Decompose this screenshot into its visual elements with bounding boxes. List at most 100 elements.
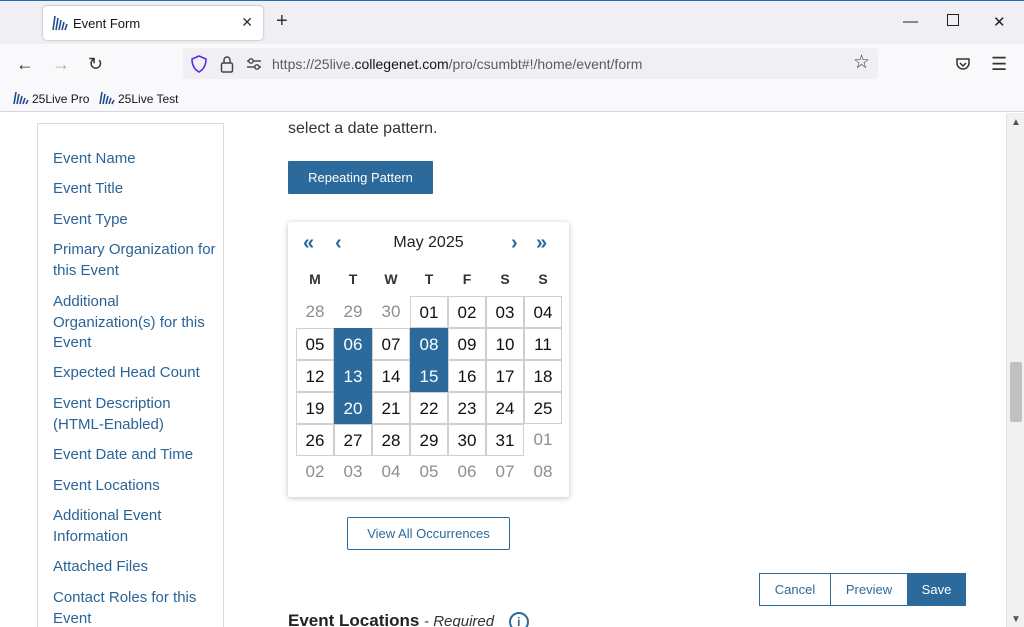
calendar-day[interactable]: 02 — [448, 296, 486, 328]
weekday-header: T — [424, 271, 434, 287]
calendar-day[interactable]: 22 — [410, 392, 448, 424]
forward-icon[interactable]: → — [52, 54, 70, 74]
nav-link-event-description[interactable]: Event Description (HTML-Enabled) — [53, 394, 218, 435]
calendar-day-outside-month[interactable]: 01 — [524, 424, 562, 456]
scroll-up-icon[interactable]: ▲ — [1011, 117, 1021, 128]
nav-link-event-date-time[interactable]: Event Date and Time — [53, 445, 218, 466]
repeating-pattern-button[interactable]: Repeating Pattern — [288, 161, 433, 194]
calendar-day[interactable]: 21 — [372, 392, 410, 424]
calendar-day[interactable]: 07 — [372, 328, 410, 360]
calendar-day[interactable]: 03 — [486, 296, 524, 328]
calendar-day-outside-month[interactable]: 28 — [296, 296, 334, 328]
calendar-day[interactable]: 16 — [448, 360, 486, 392]
nav-link-event-locations[interactable]: Event Locations — [53, 476, 218, 497]
25live-logo-icon — [13, 91, 29, 105]
bookmarks-bar: 25Live Pro 25Live Test — [0, 86, 1024, 112]
calendar-day[interactable]: 06 — [334, 328, 372, 360]
scroll-down-icon[interactable]: ▼ — [1011, 614, 1021, 625]
calendar-day-outside-month[interactable]: 29 — [334, 296, 372, 328]
menu-icon[interactable]: ☰ — [991, 54, 1007, 74]
calendar-month-label: May 2025 — [393, 234, 464, 251]
next-month-icon[interactable]: › — [511, 232, 518, 254]
lock-icon[interactable] — [220, 55, 234, 73]
calendar-day[interactable]: 26 — [296, 424, 334, 456]
calendar-day[interactable]: 13 — [334, 360, 372, 392]
bookmark-25live-test[interactable]: 25Live Test — [99, 91, 179, 106]
close-window-icon[interactable]: ✕ — [993, 13, 1006, 31]
back-icon[interactable]: ← — [16, 54, 34, 74]
weekday-header: W — [384, 271, 398, 287]
calendar-day[interactable]: 12 — [296, 360, 334, 392]
minimize-icon[interactable]: — — [903, 13, 918, 30]
scrollbar-thumb[interactable] — [1010, 362, 1022, 422]
calendar-day-outside-month[interactable]: 02 — [296, 456, 334, 488]
nav-link-primary-organization[interactable]: Primary Organization for this Event — [53, 240, 218, 281]
calendar-day-outside-month[interactable]: 06 — [448, 456, 486, 488]
navigation-bar: ← → ↻ https://25live.collegenet.com/pro/… — [0, 44, 1024, 86]
weekday-header: T — [348, 271, 358, 287]
nav-link-additional-event-info[interactable]: Additional Event Information — [53, 506, 218, 547]
calendar-day[interactable]: 19 — [296, 392, 334, 424]
calendar-day[interactable]: 31 — [486, 424, 524, 456]
nav-link-attached-files[interactable]: Attached Files — [53, 557, 218, 578]
nav-link-additional-organizations[interactable]: Additional Organization(s) for this Even… — [53, 292, 218, 354]
calendar-day[interactable]: 18 — [524, 360, 562, 392]
nav-link-event-name[interactable]: Event Name — [53, 149, 218, 170]
nav-link-contact-roles[interactable]: Contact Roles for this Event — [53, 588, 218, 627]
calendar-day[interactable]: 10 — [486, 328, 524, 360]
calendar-day[interactable]: 11 — [524, 328, 562, 360]
address-bar[interactable]: https://25live.collegenet.com/pro/csumbt… — [183, 48, 878, 79]
nav-link-event-type[interactable]: Event Type — [53, 210, 218, 231]
required-label: - Required — [424, 613, 495, 627]
instruction-text: select a date pattern. — [288, 120, 438, 137]
reload-icon[interactable]: ↻ — [88, 54, 103, 74]
nav-link-event-title[interactable]: Event Title — [53, 179, 218, 200]
25live-favicon-icon — [52, 15, 68, 31]
view-all-occurrences-button[interactable]: View All Occurrences — [347, 517, 510, 550]
browser-tab[interactable]: Event Form ✕ — [43, 6, 263, 40]
calendar-day-outside-month[interactable]: 08 — [524, 456, 562, 488]
next-year-icon[interactable]: » — [536, 232, 547, 254]
maximize-icon[interactable] — [947, 14, 959, 26]
calendar-day[interactable]: 08 — [410, 328, 448, 360]
calendar-day-outside-month[interactable]: 04 — [372, 456, 410, 488]
calendar-day[interactable]: 24 — [486, 392, 524, 424]
info-icon[interactable]: i — [508, 612, 529, 627]
calendar-day[interactable]: 25 — [524, 392, 562, 424]
calendar-day[interactable]: 15 — [410, 360, 448, 392]
calendar-day[interactable]: 28 — [372, 424, 410, 456]
pocket-icon[interactable] — [955, 56, 971, 72]
calendar-day[interactable]: 04 — [524, 296, 562, 328]
tab-bar: Event Form ✕ + — ✕ — [0, 0, 1024, 44]
save-button[interactable]: Save — [907, 573, 966, 606]
calendar-day[interactable]: 17 — [486, 360, 524, 392]
calendar-day[interactable]: 09 — [448, 328, 486, 360]
tab-title: Event Form — [73, 16, 141, 31]
calendar-day-outside-month[interactable]: 07 — [486, 456, 524, 488]
permissions-icon[interactable] — [246, 57, 262, 71]
close-tab-icon[interactable]: ✕ — [241, 14, 253, 31]
bookmark-25live-pro[interactable]: 25Live Pro — [13, 91, 89, 106]
calendar-day[interactable]: 01 — [410, 296, 448, 328]
calendar-day[interactable]: 30 — [448, 424, 486, 456]
calendar-day[interactable]: 05 — [296, 328, 334, 360]
calendar-day[interactable]: 23 — [448, 392, 486, 424]
calendar-day[interactable]: 14 — [372, 360, 410, 392]
nav-link-expected-head-count[interactable]: Expected Head Count — [53, 363, 218, 384]
page-scrollbar[interactable]: ▲ ▼ — [1006, 113, 1024, 627]
calendar-day-outside-month[interactable]: 03 — [334, 456, 372, 488]
preview-button[interactable]: Preview — [830, 573, 908, 606]
calendar-day[interactable]: 27 — [334, 424, 372, 456]
cancel-button[interactable]: Cancel — [759, 573, 831, 606]
calendar-day[interactable]: 20 — [334, 392, 372, 424]
date-picker-calendar: « ‹ May 2025 › » M T W T F S S 28 29 30 01 02 03 04 05… — [288, 222, 569, 497]
calendar-day-outside-month[interactable]: 30 — [372, 296, 410, 328]
form-section-nav: Event Name Event Title Event Type Primar… — [37, 123, 224, 627]
weekday-header: S — [500, 271, 510, 287]
shield-icon[interactable] — [191, 55, 207, 73]
calendar-day[interactable]: 29 — [410, 424, 448, 456]
new-tab-button[interactable]: + — [276, 11, 288, 31]
bookmark-star-icon[interactable]: ☆ — [853, 53, 870, 73]
page-content: Event Name Event Title Event Type Primar… — [0, 113, 1006, 627]
calendar-day-outside-month[interactable]: 05 — [410, 456, 448, 488]
